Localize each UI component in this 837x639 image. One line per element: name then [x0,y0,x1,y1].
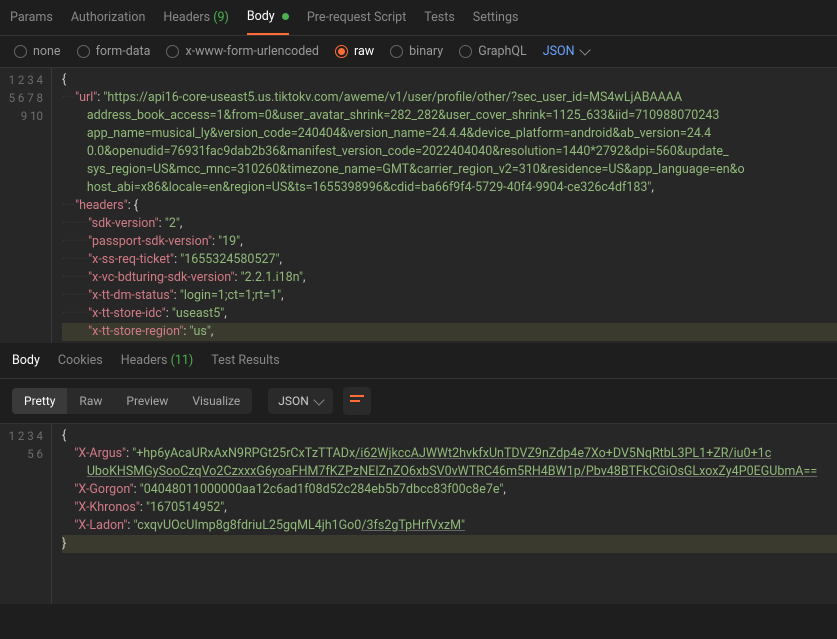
json-val-cont: UboKHSMGySooCzqVo2CzxxxG6yoaFHM7fKZPzNEI… [87,464,817,479]
json-val-url-cont: 0.0&openudid=76931fac9dab2b36&manifest_v… [87,144,729,159]
wrap-lines-button[interactable] [343,387,371,415]
view-preview[interactable]: Preview [114,388,180,414]
body-type-row: none form-data x-www-form-urlencoded raw… [0,36,837,68]
tab-params[interactable]: Params [10,1,53,34]
radio-icon [14,45,27,58]
json-key: "x-tt-store-region" [88,324,183,339]
json-val: "2" [165,216,180,231]
tab-authorization[interactable]: Authorization [71,1,146,34]
json-val: "cxqvUOcUImp8g8fdriuL25gqML4jh1Go0 [134,518,362,533]
resp-tab-body[interactable]: Body [12,353,40,368]
json-val: "2.2.1.i18n" [241,270,303,285]
view-raw[interactable]: Raw [67,388,114,414]
tab-prerequest[interactable]: Pre-request Script [307,1,406,34]
json-val: "+hp6yAcaURxAxN9RPGt25rCxTzTTADx [132,446,355,461]
radio-graphql-label: GraphQL [478,44,527,59]
json-key: "passport-sdk-version" [88,234,212,249]
json-val: "us" [190,324,211,339]
radio-xwww[interactable]: x-www-form-urlencoded [166,44,319,59]
resp-tab-test-results[interactable]: Test Results [211,353,279,368]
resp-tab-headers-label: Headers [121,353,168,368]
radio-icon [390,45,403,58]
modified-dot-icon [282,13,289,20]
response-view-row: Pretty Raw Preview Visualize JSON [0,379,837,424]
json-key: "x-tt-store-idc" [88,306,166,321]
tab-tests[interactable]: Tests [424,1,454,34]
resp-tab-cookies[interactable]: Cookies [58,353,103,368]
tab-body-label: Body [247,9,275,24]
radio-icon [77,45,90,58]
json-val: "1670514952" [146,500,224,515]
tab-body[interactable]: Body [247,0,289,35]
view-mode-tabs: Pretty Raw Preview Visualize [12,388,252,414]
radio-icon [459,45,472,58]
json-val: "1655324580527" [180,252,279,267]
json-key: "X-Ladon" [74,518,127,533]
resp-tab-headers-count: (11) [171,353,194,368]
request-body-editor[interactable]: 1 2 3 4 5 6 7 8 9 10 { ····"url": "https… [0,68,837,343]
body-raw-type-select[interactable]: JSON [543,44,589,59]
json-val-url-cont: sys_region=US&mcc_mnc=310260&timezone_na… [87,162,745,177]
response-type-label: JSON [278,394,309,408]
request-tabs: Params Authorization Headers (9) Body Pr… [0,0,837,36]
radio-raw[interactable]: raw [335,44,374,59]
json-val: /3fs2gTpHrfVxzM" [361,518,465,533]
json-val: "login=1;ct=1;rt=1" [180,288,281,303]
editor-code[interactable]: { "X-Argus": "+hp6yAcaURxAxN9RPGt25rCxTz… [52,424,837,604]
editor-gutter: 1 2 3 4 5 6 7 8 9 10 [0,68,52,343]
json-val-url-cont: app_name=musical_ly&version_code=240404&… [87,126,711,141]
tab-settings[interactable]: Settings [473,1,519,34]
editor-gutter: 1 2 3 4 5 6 [0,424,52,604]
body-raw-type-label: JSON [543,44,575,59]
json-val: /i62WjkccAJWWt2hvkfxUnTDVZ9nZdp4e7Xo+DV5… [355,446,771,461]
json-key-headers: "headers" [75,198,128,213]
json-key: "x-tt-dm-status" [88,288,174,303]
radio-formdata-label: form-data [96,44,151,59]
json-val: "04048011000000aa12c6ad1f08d52c284eb5b7d… [140,482,504,497]
response-body-editor[interactable]: 1 2 3 4 5 6 { "X-Argus": "+hp6yAcaURxAxN… [0,424,837,604]
radio-none[interactable]: none [14,44,61,59]
json-key: "X-Argus" [74,446,126,461]
json-val-url-cont: host_abi=x86&locale=en&region=US&ts=1655… [87,180,652,195]
radio-xwww-label: x-www-form-urlencoded [185,44,319,59]
json-val-url: "https://api16-core-useast5.us.tiktokv.c… [103,90,682,105]
json-val: "19" [218,234,240,249]
json-val: "useast5" [172,306,224,321]
response-tabs: Body Cookies Headers (11) Test Results [0,343,837,379]
radio-graphql[interactable]: GraphQL [459,44,527,59]
radio-raw-label: raw [354,44,374,59]
json-key: "X-Khronos" [74,500,139,515]
json-val-url-cont: address_book_access=1&from=0&user_avatar… [87,108,720,123]
json-key: "x-ss-req-ticket" [88,252,174,267]
chevron-down-icon [313,394,324,405]
radio-binary[interactable]: binary [390,44,443,59]
response-type-select[interactable]: JSON [268,388,333,414]
editor-code[interactable]: { ····"url": "https://api16-core-useast5… [52,68,837,343]
chevron-down-icon [579,44,590,55]
radio-icon [335,45,348,58]
response-section: Body Cookies Headers (11) Test Results P… [0,343,837,424]
json-key: "x-vc-bdturing-sdk-version" [88,270,234,285]
tab-headers-count: (9) [213,10,229,25]
radio-none-label: none [33,44,61,59]
json-key-url: "url" [75,90,97,105]
radio-icon [166,45,179,58]
radio-formdata[interactable]: form-data [77,44,151,59]
tab-headers[interactable]: Headers (9) [163,1,228,34]
radio-binary-label: binary [409,44,443,59]
view-pretty[interactable]: Pretty [12,388,67,414]
json-key: "sdk-version" [88,216,159,231]
view-visualize[interactable]: Visualize [180,388,252,414]
json-key: "X-Gorgon" [74,482,133,497]
tab-headers-label: Headers [163,10,210,25]
resp-tab-headers[interactable]: Headers (11) [121,353,194,368]
wrap-lines-icon [350,395,364,407]
